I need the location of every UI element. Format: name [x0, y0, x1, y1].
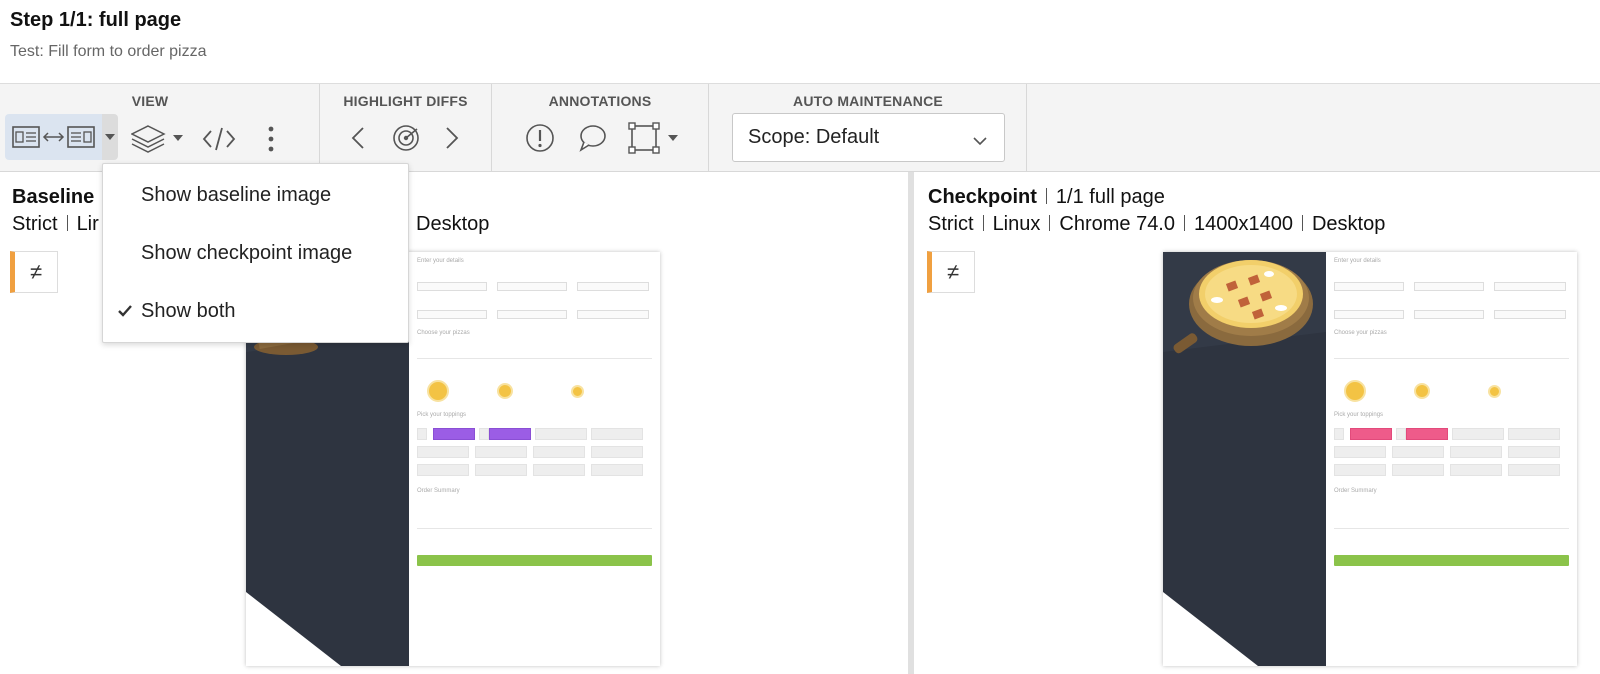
test-name: Test: Fill form to order pizza — [10, 43, 207, 60]
layers-icon — [131, 123, 169, 153]
highlight-diffs-group: HIGHLIGHT DIFFS — [320, 84, 492, 172]
chevron-left-icon — [351, 126, 365, 150]
chevron-down-icon — [972, 130, 988, 153]
caret-down-icon — [105, 134, 115, 140]
chevron-right-icon — [445, 126, 459, 150]
menu-item-label: Show checkpoint image — [141, 241, 353, 264]
view-mode-dropdown-toggle[interactable] — [102, 114, 118, 160]
highlight-diffs-label: HIGHLIGHT DIFFS — [343, 93, 468, 109]
view-mode-menu: Show baseline image Show checkpoint imag… — [102, 163, 409, 343]
diff-status-badge[interactable]: ≠ — [10, 251, 58, 293]
menu-item-label: Show both — [141, 299, 236, 322]
scope-select[interactable]: Scope: Default — [732, 113, 1005, 162]
caret-down-icon — [668, 135, 678, 141]
split-view-icon — [11, 124, 97, 150]
auto-maintenance-label: AUTO MAINTENANCE — [793, 93, 943, 109]
baseline-title: Baseline — [12, 186, 95, 208]
not-equal-icon: ≠ — [29, 259, 43, 284]
target-icon — [391, 123, 421, 153]
diff-status-badge[interactable]: ≠ — [927, 251, 975, 293]
split-view-button[interactable] — [5, 114, 102, 160]
checkmark-icon — [117, 301, 133, 324]
checkpoint-image[interactable]: Enter your details Choose your pizzas Pi… — [1163, 252, 1577, 666]
scope-value: Scope: Default — [748, 126, 880, 148]
region-select-icon — [628, 122, 660, 154]
checkpoint-title: Checkpoint 1/1 full page — [928, 186, 1165, 208]
menu-item-label: Show baseline image — [141, 183, 332, 206]
not-equal-icon: ≠ — [946, 259, 960, 284]
checkpoint-pane: Checkpoint 1/1 full page Strict Linux Chrom… — [914, 172, 1600, 674]
highlight-toggle-button[interactable] — [390, 122, 422, 154]
more-options-button[interactable] — [260, 124, 282, 154]
menu-item-show-checkpoint[interactable]: Show checkpoint image — [103, 224, 410, 282]
previous-diff-button[interactable] — [346, 122, 370, 154]
step-header: Step 1/1: full page Test: Fill form to o… — [0, 0, 1600, 84]
menu-item-show-both[interactable]: Show both — [103, 282, 410, 340]
checkpoint-hero — [1163, 252, 1326, 666]
step-title: Step 1/1: full page — [10, 9, 182, 31]
view-group: VIEW — [0, 84, 320, 172]
baseline-meta-device: Desktop — [416, 213, 490, 235]
baseline-form: Enter your details Choose your pizzas Pi… — [409, 252, 660, 666]
annotations-group: ANNOTATIONS — [492, 84, 709, 172]
baseline-meta: Strict Lir — [12, 213, 99, 235]
comment-icon — [577, 123, 607, 153]
add-issue-button[interactable] — [524, 122, 556, 154]
more-vertical-icon — [268, 126, 274, 152]
code-icon — [202, 126, 236, 152]
checkpoint-meta: Strict Linux Chrome 74.0 1400x1400 Desktop — [928, 213, 1386, 235]
caret-down-icon — [173, 135, 183, 141]
layers-button[interactable] — [128, 122, 186, 154]
region-select-button[interactable] — [626, 122, 680, 154]
checkpoint-form: Enter your details Choose your pizzas Pi… — [1326, 252, 1577, 666]
view-group-label: VIEW — [131, 93, 169, 109]
next-diff-button[interactable] — [440, 122, 464, 154]
add-remark-button[interactable] — [576, 122, 608, 154]
menu-item-show-baseline[interactable]: Show baseline image — [103, 166, 410, 224]
code-view-button[interactable] — [200, 124, 238, 154]
annotations-label: ANNOTATIONS — [548, 93, 652, 109]
exclamation-icon — [525, 123, 555, 153]
